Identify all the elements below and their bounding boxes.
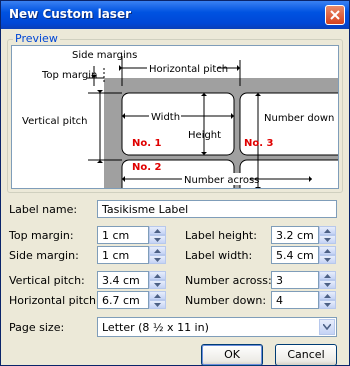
chevron-up-icon [154,274,161,278]
chevron-down-icon [324,258,331,262]
close-button[interactable] [325,5,345,25]
ok-button[interactable]: OK [201,344,263,366]
number-down-text: Number down [264,113,334,124]
vertical-pitch-spinner[interactable] [149,271,166,289]
spin-up-button[interactable] [149,291,166,300]
label-height-spinner[interactable] [319,226,336,244]
preview-legend: Preview [13,32,60,45]
chevron-up-icon [154,294,161,298]
dialog-window: New Custom laser Preview Side margins To… [0,0,350,366]
label-width-label: Label width: [185,249,253,262]
spin-up-button[interactable] [149,226,166,235]
spin-up-button[interactable] [319,291,336,300]
title-bar[interactable]: New Custom laser [1,1,349,29]
chevron-down-icon [323,324,331,330]
label-name-label: Label name: [9,203,78,216]
spin-up-button[interactable] [149,271,166,280]
chevron-up-icon [154,249,161,253]
label-width-input[interactable]: 5.4 cm [271,246,319,264]
chevron-up-icon [324,249,331,253]
spin-down-button[interactable] [319,280,336,289]
window-title: New Custom laser [9,7,132,21]
spin-down-button[interactable] [319,300,336,309]
number-across-label: Number across: [185,274,272,287]
side-margins-text: Side margins [72,50,137,61]
chevron-down-icon [324,238,331,242]
label-name-input[interactable]: Tasikisme Label [97,200,337,218]
page-size-select[interactable]: Letter (8 ½ x 11 in) [97,317,337,337]
vertical-pitch-text: Vertical pitch [22,116,88,127]
top-margin-spinner[interactable] [149,226,166,244]
preview-diagram: Side margins Top margin Horizontal pitch… [11,45,339,189]
page-size-value: Letter (8 ½ x 11 in) [102,321,209,334]
width-text: Width [151,112,180,123]
page-size-dropdown-button[interactable] [319,319,335,335]
top-margin-text: Top margin [41,70,97,81]
horizontal-pitch-spinner[interactable] [149,291,166,309]
horizontal-pitch-text: Horizontal pitch [149,64,228,75]
vertical-pitch-input[interactable]: 3.4 cm [97,271,149,289]
chevron-down-icon [154,283,161,287]
arrowhead [255,187,261,188]
chevron-up-icon [154,229,161,233]
height-text: Height [188,130,221,141]
spin-down-button[interactable] [149,280,166,289]
chevron-down-icon [324,283,331,287]
label-height-input[interactable]: 3.2 cm [271,226,319,244]
spin-down-button[interactable] [149,235,166,244]
number-down-spinner[interactable] [319,291,336,309]
number-across-input[interactable]: 3 [271,271,319,289]
top-margin-input[interactable]: 1 cm [97,226,149,244]
label-width-spinner[interactable] [319,246,336,264]
chevron-down-icon [324,303,331,307]
spin-up-button[interactable] [319,246,336,255]
spin-up-button[interactable] [319,271,336,280]
number-down-label: Number down: [185,294,267,307]
label-no3-text: No. 3 [244,138,274,149]
chevron-down-icon [154,258,161,262]
spin-down-button[interactable] [319,255,336,264]
number-across-spinner[interactable] [319,271,336,289]
spin-down-button[interactable] [149,300,166,309]
chevron-down-icon [154,303,161,307]
chevron-up-icon [324,229,331,233]
cancel-button[interactable]: Cancel [275,344,337,366]
label-height-label: Label height: [185,229,257,242]
side-margin-input[interactable]: 1 cm [97,246,149,264]
chevron-down-icon [154,238,161,242]
chevron-up-icon [324,294,331,298]
spin-down-button[interactable] [149,255,166,264]
label-no1-text: No. 1 [132,138,162,149]
close-icon [330,10,340,20]
label-no2-text: No. 2 [132,162,162,173]
spin-up-button[interactable] [319,226,336,235]
spin-down-button[interactable] [319,235,336,244]
chevron-up-icon [324,274,331,278]
horizontal-pitch-label: Horizontal pitch: [9,294,100,307]
top-margin-label: Top margin: [9,229,74,242]
page-size-label: Page size: [9,321,65,334]
spin-up-button[interactable] [149,246,166,255]
horizontal-pitch-input[interactable]: 6.7 cm [97,291,149,309]
number-down-input[interactable]: 4 [271,291,319,309]
vertical-pitch-label: Vertical pitch: [9,274,85,287]
side-margin-label: Side margin: [9,249,79,262]
side-margin-spinner[interactable] [149,246,166,264]
number-across-text: Number across [184,175,259,186]
